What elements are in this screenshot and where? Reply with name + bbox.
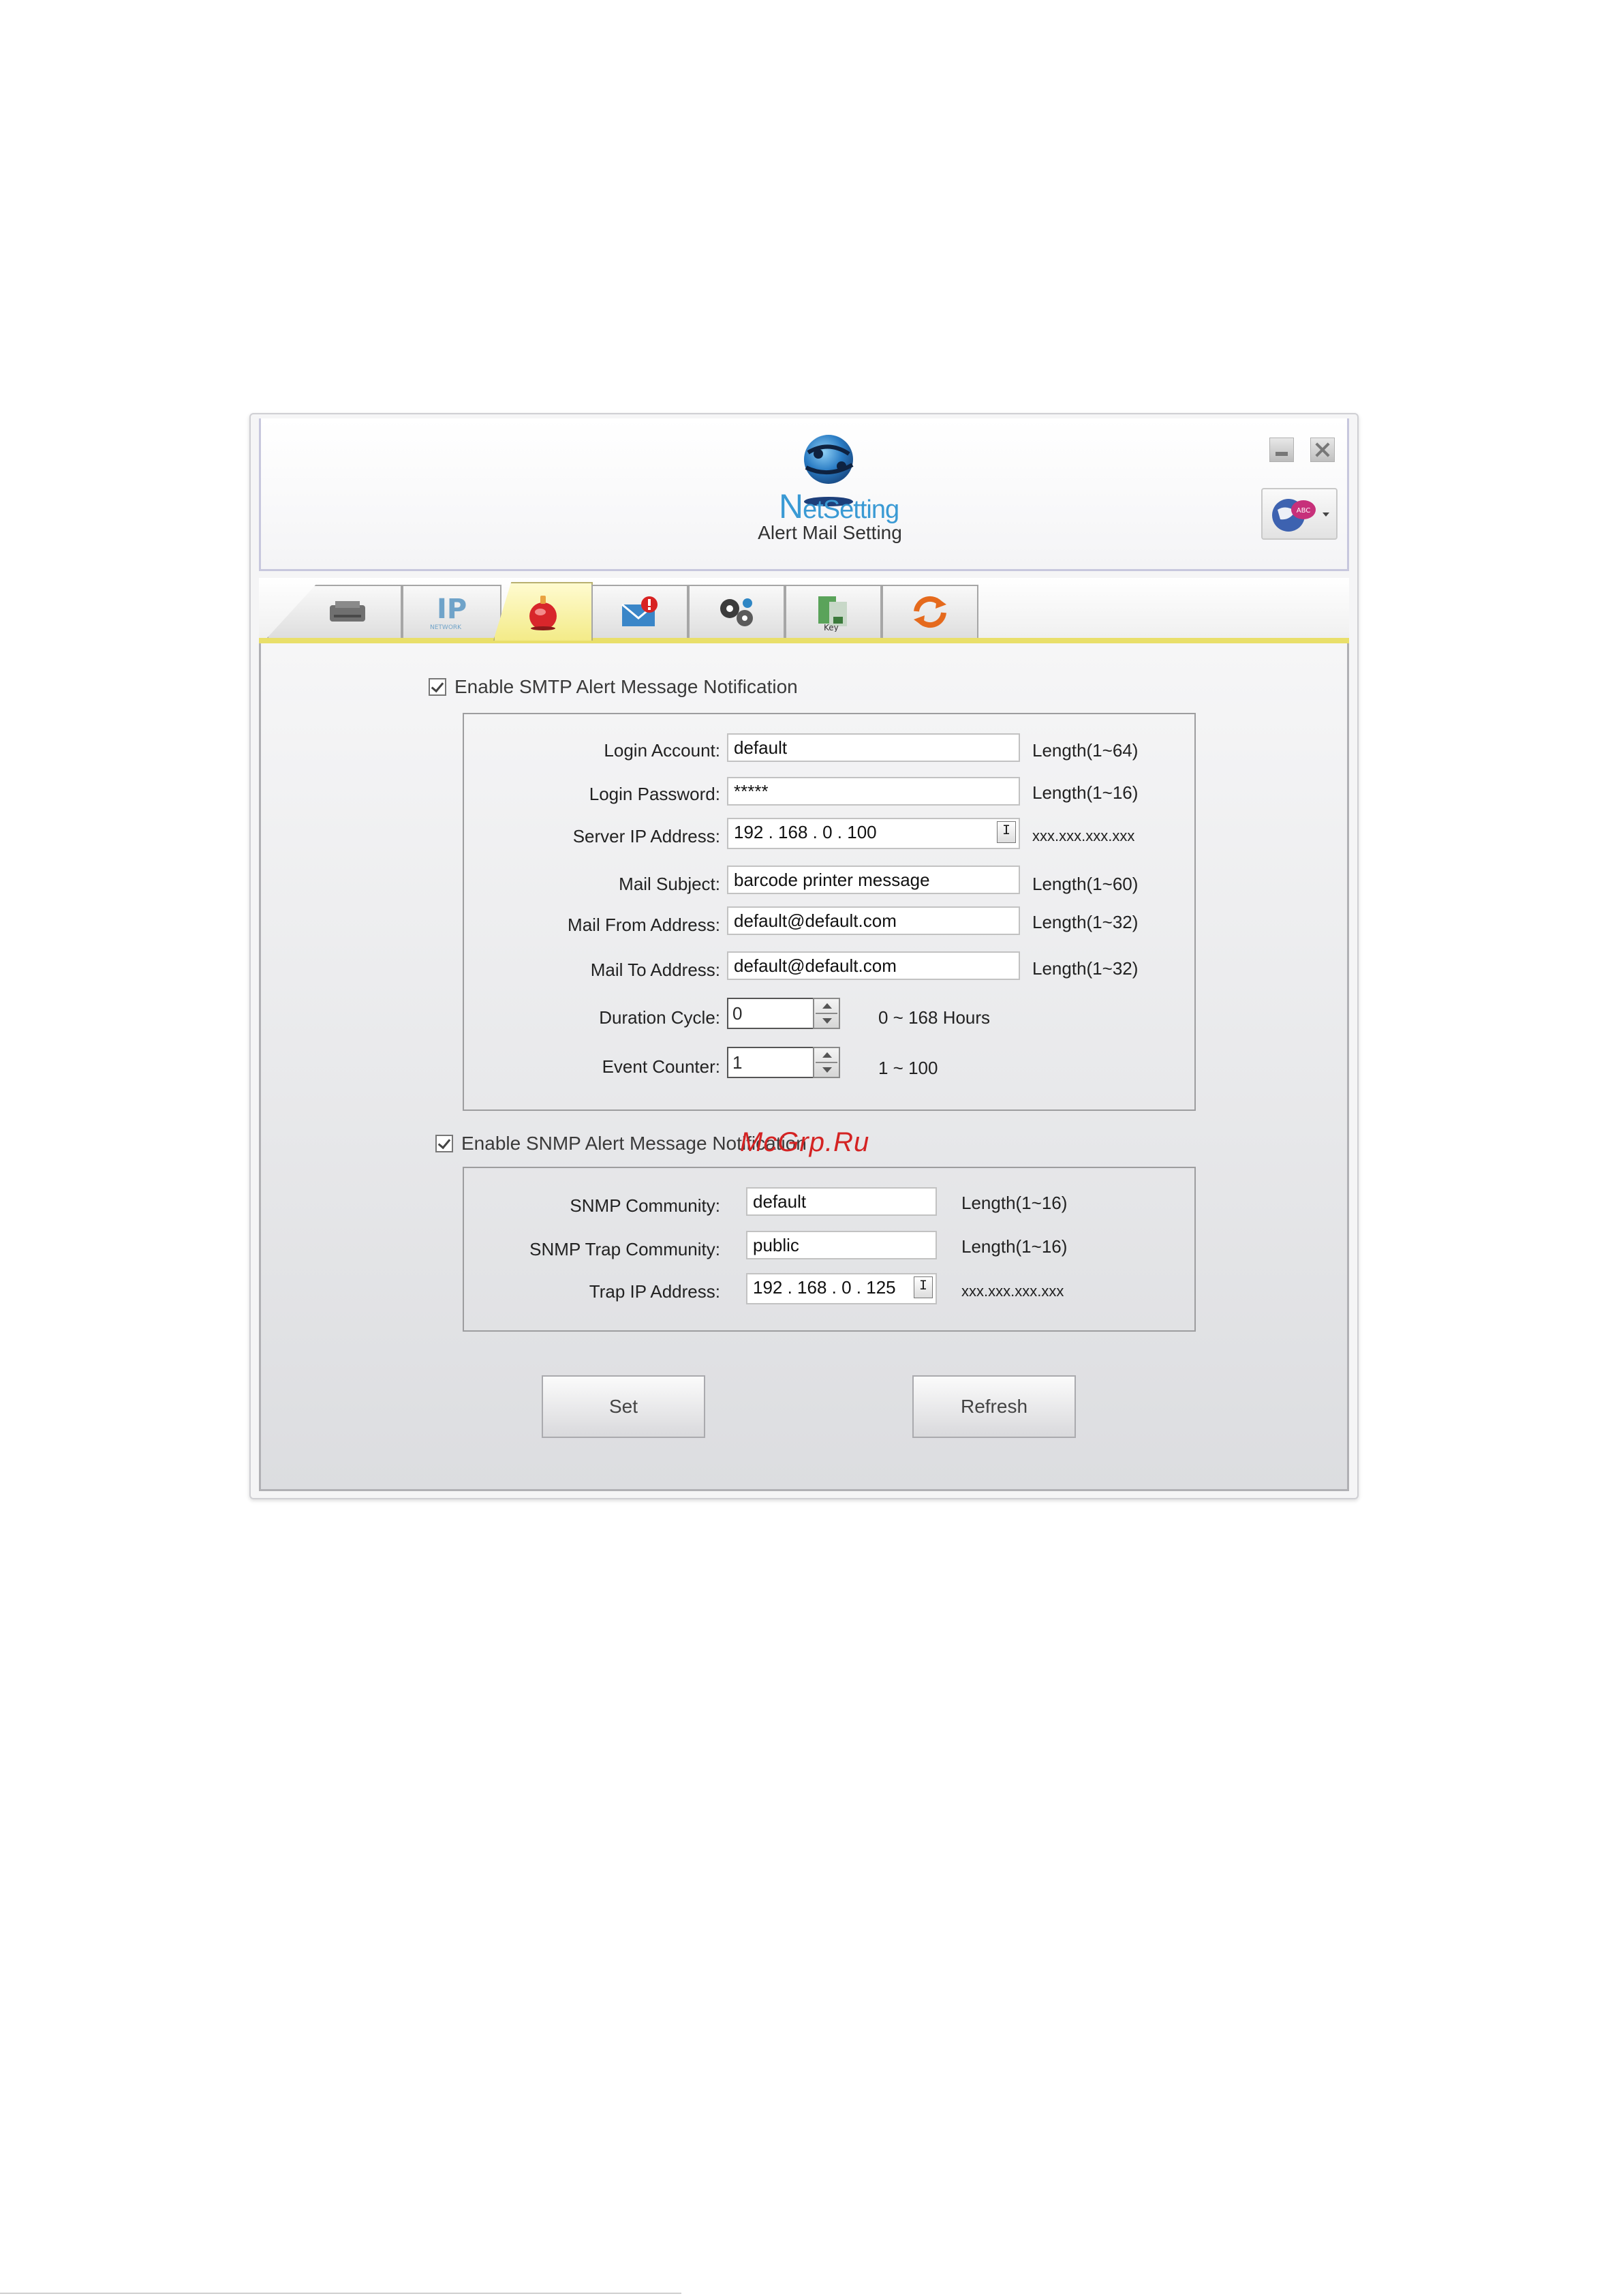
smtp-settings-group: Login Account: default Length(1~64) Logi… — [463, 713, 1196, 1111]
gears-icon — [720, 598, 753, 626]
event-counter-value: 1 — [732, 1052, 743, 1073]
snmp-community-label: SNMP Community: — [570, 1195, 720, 1216]
tab-ip-network[interactable]: IP NETWORK — [402, 585, 501, 638]
event-counter-stepper[interactable]: 1 — [727, 1047, 840, 1078]
server-ip-label: Server IP Address: — [572, 826, 720, 846]
server-ip-value: 192 . 168 . 0 . 100 — [734, 822, 877, 842]
netsetting-logo-text: NetSetting — [779, 487, 899, 525]
svg-text:Key: Key — [824, 623, 839, 632]
login-password-input[interactable]: ***** — [727, 777, 1020, 806]
event-counter-hint: 1 ~ 100 — [878, 1058, 938, 1078]
ip-cursor-icon[interactable]: I — [997, 821, 1016, 843]
minimize-button[interactable] — [1269, 438, 1294, 462]
key-config-icon: Key — [818, 596, 847, 632]
watermark-text: McGrp.Ru — [740, 1127, 870, 1157]
snmp-trap-community-hint: Length(1~16) — [961, 1236, 1068, 1257]
trap-ip-input[interactable]: 192 . 168 . 0 . 125 I — [746, 1273, 937, 1304]
svg-text:NETWORK: NETWORK — [430, 624, 462, 631]
tab-bar: IP NETWORK Key — [259, 578, 1349, 643]
ip-cursor-icon[interactable]: I — [914, 1276, 933, 1298]
language-globe-icon: ABC — [1272, 499, 1329, 532]
snmp-trap-community-label: SNMP Trap Community: — [529, 1239, 720, 1259]
duration-cycle-hint: 0 ~ 168 Hours — [878, 1007, 991, 1028]
checkbox-checked-icon — [435, 1135, 453, 1152]
mail-to-label: Mail To Address: — [590, 960, 720, 980]
ip-network-icon: IP NETWORK — [430, 594, 467, 631]
printer-icon — [330, 601, 366, 622]
mail-to-hint: Length(1~32) — [1032, 958, 1139, 979]
event-counter-label: Event Counter: — [602, 1056, 720, 1077]
close-button[interactable] — [1310, 438, 1335, 462]
login-account-input[interactable]: default — [727, 733, 1020, 762]
duration-cycle-stepper[interactable]: 0 — [727, 998, 840, 1029]
checkbox-checked-icon — [429, 678, 446, 696]
duration-cycle-spin-arrows-icon[interactable] — [813, 998, 840, 1029]
server-ip-hint: xxx.xxx.xxx.xxx — [1032, 827, 1135, 844]
event-counter-spin-arrows-icon[interactable] — [813, 1047, 840, 1078]
duration-cycle-label: Duration Cycle: — [599, 1007, 720, 1028]
mail-alert-icon — [621, 596, 658, 626]
page-bottom-divider — [0, 2293, 681, 2294]
svg-text:ABC: ABC — [1297, 507, 1311, 515]
mail-from-input[interactable]: default@default.com — [727, 906, 1020, 935]
mail-from-hint: Length(1~32) — [1032, 912, 1139, 932]
tab-alert[interactable] — [493, 582, 593, 641]
enable-smtp-label: Enable SMTP Alert Message Notification — [454, 676, 798, 697]
refresh-button[interactable]: Refresh — [912, 1375, 1076, 1438]
refresh-arrows-icon — [914, 596, 946, 628]
tab-restart[interactable] — [882, 585, 978, 638]
enable-smtp-checkbox[interactable]: Enable SMTP Alert Message Notification — [429, 676, 798, 698]
snmp-settings-group: SNMP Community: default Length(1~16) SNM… — [463, 1167, 1196, 1332]
page-title: Alert Mail Setting — [758, 522, 902, 543]
mail-to-input[interactable]: default@default.com — [727, 951, 1020, 980]
trap-ip-label: Trap IP Address: — [589, 1281, 720, 1302]
mail-subject-label: Mail Subject: — [619, 874, 720, 894]
tab-configuration[interactable]: Key — [785, 585, 882, 638]
login-account-label: Login Account: — [604, 740, 720, 761]
server-ip-input[interactable]: 192 . 168 . 0 . 100 I — [727, 818, 1020, 849]
mail-subject-input[interactable]: barcode printer message — [727, 866, 1020, 894]
login-account-hint: Length(1~64) — [1032, 740, 1139, 761]
window-header: NetSetting Alert Mail Setting ABC — [259, 418, 1349, 571]
tab-mail-alert[interactable] — [591, 585, 688, 638]
tab-printer[interactable] — [267, 585, 402, 638]
language-button[interactable]: ABC — [1261, 488, 1338, 540]
svg-text:IP: IP — [437, 594, 467, 625]
snmp-trap-community-input[interactable]: public — [746, 1231, 937, 1259]
alert-bell-icon — [529, 596, 557, 630]
login-password-hint: Length(1~16) — [1032, 782, 1139, 803]
trap-ip-hint: xxx.xxx.xxx.xxx — [961, 1283, 1064, 1300]
snmp-community-hint: Length(1~16) — [961, 1193, 1068, 1213]
set-button[interactable]: Set — [542, 1375, 705, 1438]
mail-from-label: Mail From Address: — [568, 915, 720, 935]
tab-settings[interactable] — [688, 585, 785, 638]
login-password-label: Login Password: — [589, 784, 720, 804]
snmp-community-input[interactable]: default — [746, 1187, 937, 1216]
mail-subject-hint: Length(1~60) — [1032, 874, 1139, 894]
duration-cycle-value: 0 — [732, 1003, 743, 1024]
netsetting-window: NetSetting Alert Mail Setting ABC IP NET… — [249, 413, 1359, 1499]
alert-settings-panel: Enable SMTP Alert Message Notification L… — [259, 643, 1349, 1491]
trap-ip-value: 192 . 168 . 0 . 125 — [753, 1277, 896, 1298]
